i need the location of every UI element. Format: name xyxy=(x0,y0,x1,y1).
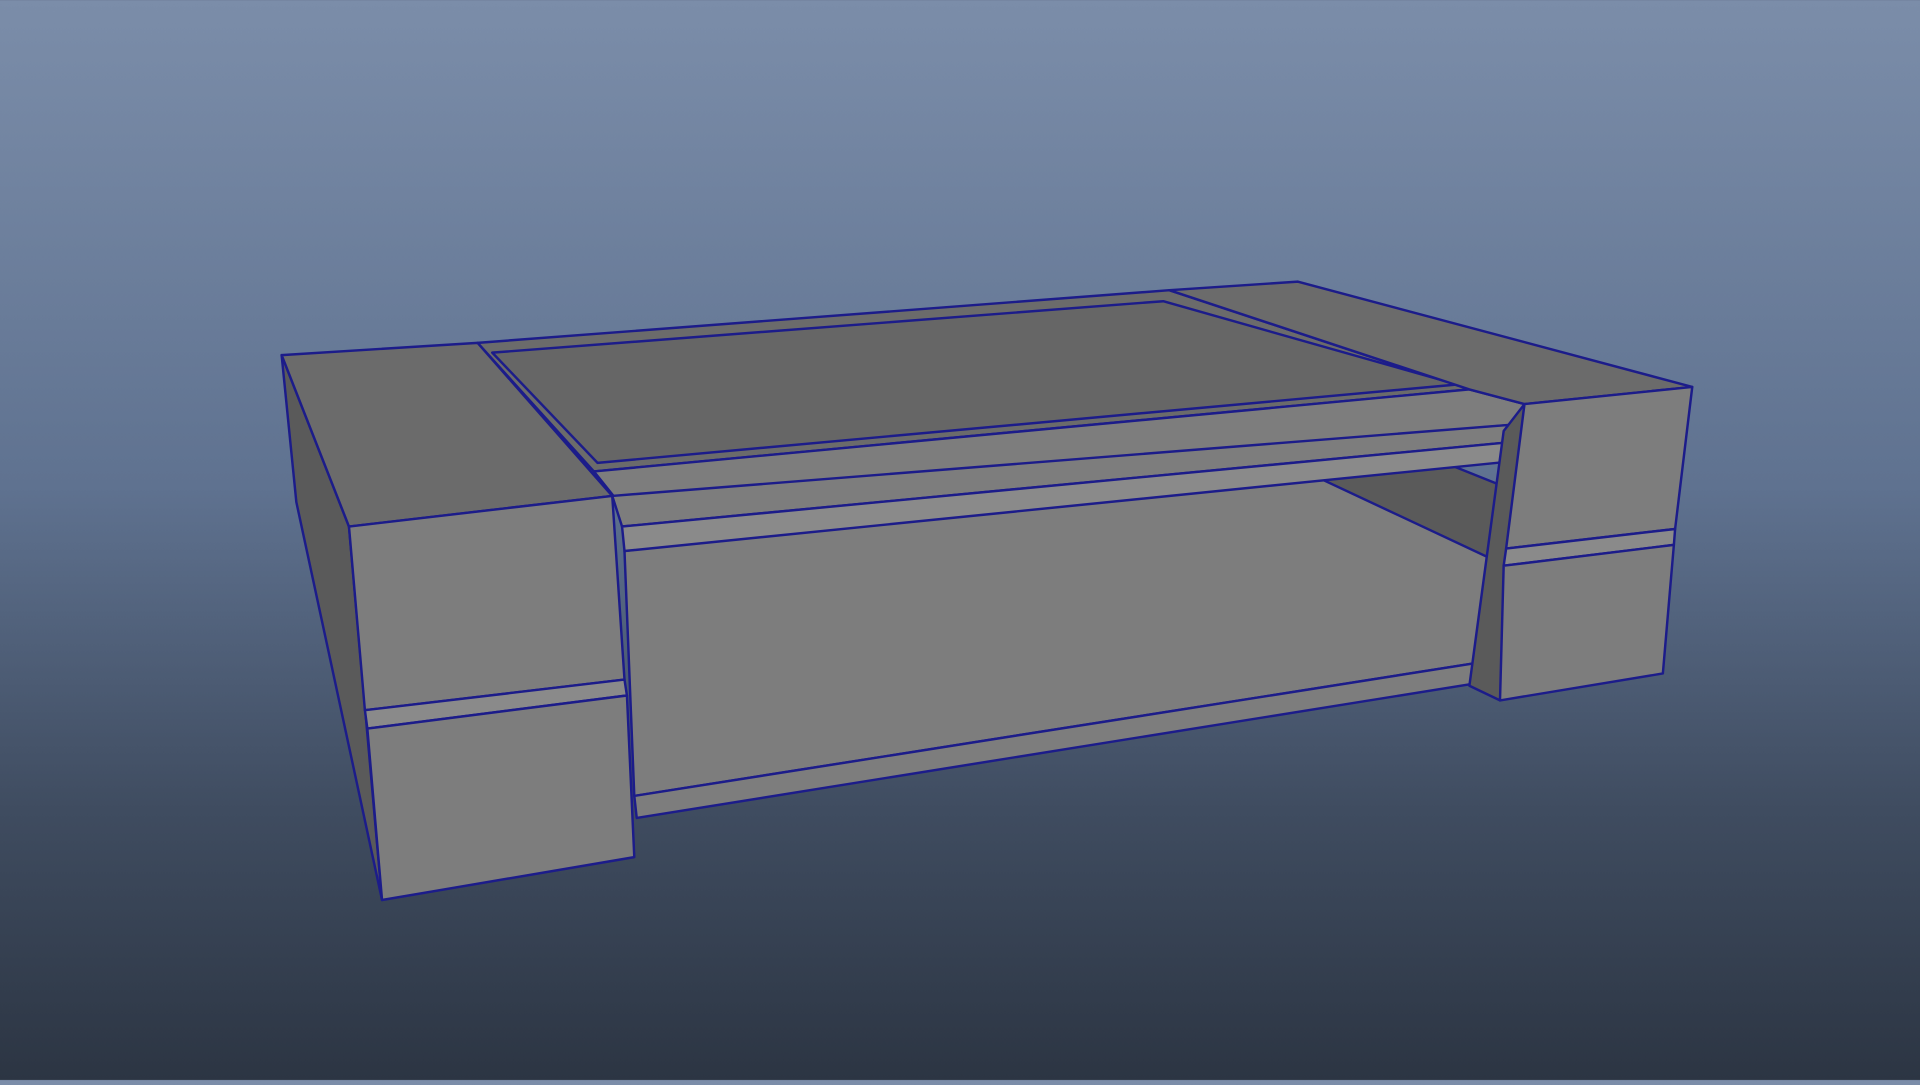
left-block-front-upper[interactable] xyxy=(347,494,626,712)
right-block-front-upper[interactable] xyxy=(1504,385,1694,550)
3d-viewport[interactable] xyxy=(0,0,1920,1080)
left-block-front-lower[interactable] xyxy=(366,694,636,902)
coffee-table-model[interactable] xyxy=(0,0,1920,1080)
right-block-front-lower[interactable] xyxy=(1498,543,1676,702)
